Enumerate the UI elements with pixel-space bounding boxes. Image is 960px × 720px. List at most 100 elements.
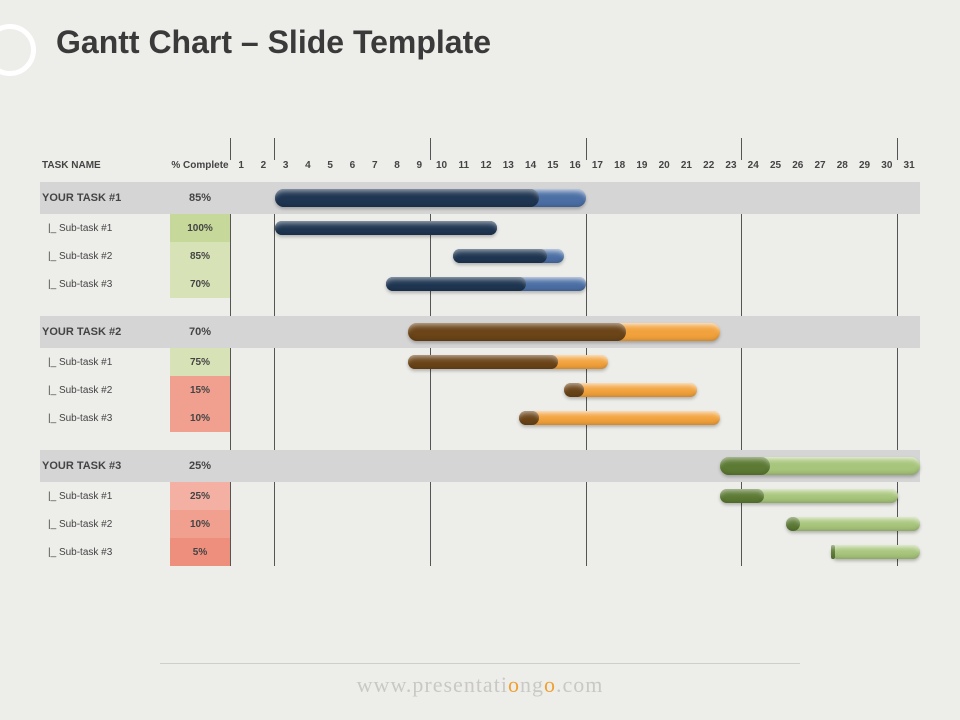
gantt-sub-row: |_ Sub-task #125%	[40, 482, 920, 510]
gridline	[430, 138, 431, 160]
pct-complete: 85%	[170, 242, 230, 270]
gantt-chart: TASK NAME % Complete 1234567891011121314…	[40, 160, 920, 620]
task-name: |_ Sub-task #1	[40, 491, 170, 502]
task-name: |_ Sub-task #2	[40, 251, 170, 262]
gridline	[586, 138, 587, 160]
task-name: |_ Sub-task #3	[40, 279, 170, 290]
gantt-bar	[408, 355, 608, 369]
day-header: 10	[430, 160, 452, 182]
day-header: 8	[386, 160, 408, 182]
day-header: 4	[297, 160, 319, 182]
gantt-sub-row: |_ Sub-task #1100%	[40, 214, 920, 242]
bar-progress	[386, 277, 526, 291]
day-header: 18	[609, 160, 631, 182]
gantt-sub-row: |_ Sub-task #310%	[40, 404, 920, 432]
bar-full	[519, 411, 719, 425]
gantt-bar	[275, 189, 587, 207]
bar-track	[230, 450, 920, 482]
day-header: 17	[586, 160, 608, 182]
day-header: 6	[341, 160, 363, 182]
gridline	[230, 138, 231, 160]
header-pct: % Complete	[170, 160, 230, 182]
day-header: 30	[876, 160, 898, 182]
pct-complete: 25%	[170, 450, 230, 482]
bar-progress	[831, 545, 835, 559]
day-header: 27	[809, 160, 831, 182]
pct-complete: 5%	[170, 538, 230, 566]
gantt-sub-row: |_ Sub-task #285%	[40, 242, 920, 270]
pct-complete: 10%	[170, 510, 230, 538]
pct-complete: 70%	[170, 316, 230, 348]
day-header: 22	[698, 160, 720, 182]
day-header: 2	[252, 160, 274, 182]
gantt-main-row: YOUR TASK #270%	[40, 316, 920, 348]
slide-title: Gantt Chart – Slide Template	[56, 24, 491, 61]
gantt-sub-row: |_ Sub-task #215%	[40, 376, 920, 404]
header-task-name: TASK NAME	[40, 160, 170, 182]
gantt-header: TASK NAME % Complete 1234567891011121314…	[40, 160, 920, 182]
gantt-sub-row: |_ Sub-task #35%	[40, 538, 920, 566]
task-name: YOUR TASK #3	[40, 460, 170, 472]
gantt-sub-row: |_ Sub-task #175%	[40, 348, 920, 376]
bar-track	[230, 348, 920, 376]
day-header: 20	[653, 160, 675, 182]
bar-track	[230, 538, 920, 566]
gantt-bar	[564, 383, 698, 397]
gantt-bar	[831, 545, 920, 559]
task-name: |_ Sub-task #3	[40, 413, 170, 424]
day-header: 13	[497, 160, 519, 182]
pct-complete: 10%	[170, 404, 230, 432]
pct-complete: 25%	[170, 482, 230, 510]
gantt-bar	[519, 411, 719, 425]
gantt-sub-row: |_ Sub-task #210%	[40, 510, 920, 538]
bar-progress	[408, 323, 626, 341]
bar-progress	[275, 221, 498, 235]
gridline	[897, 138, 898, 160]
bar-track	[230, 376, 920, 404]
gridline	[274, 138, 275, 160]
bar-progress	[564, 383, 584, 397]
pct-complete: 85%	[170, 182, 230, 214]
day-header: 25	[764, 160, 786, 182]
day-header: 14	[519, 160, 541, 182]
gantt-bar	[720, 457, 920, 475]
pct-complete: 75%	[170, 348, 230, 376]
gantt-body: YOUR TASK #185%|_ Sub-task #1100%|_ Sub-…	[40, 182, 920, 566]
task-name: YOUR TASK #1	[40, 192, 170, 204]
task-name: |_ Sub-task #2	[40, 519, 170, 530]
footer-accent: o	[508, 672, 520, 697]
bar-track	[230, 316, 920, 348]
day-header: 15	[542, 160, 564, 182]
day-header: 28	[831, 160, 853, 182]
gantt-bar	[453, 249, 564, 263]
slide: Gantt Chart – Slide Template TASK NAME %…	[0, 0, 960, 720]
bar-track	[230, 182, 920, 214]
gantt-bar	[720, 489, 898, 503]
bar-full	[786, 517, 920, 531]
task-name: |_ Sub-task #2	[40, 385, 170, 396]
gantt-main-row: YOUR TASK #325%	[40, 450, 920, 482]
bar-progress	[519, 411, 539, 425]
day-header: 1	[230, 160, 252, 182]
day-header: 29	[853, 160, 875, 182]
bar-progress	[720, 457, 770, 475]
day-header: 19	[631, 160, 653, 182]
day-header: 16	[564, 160, 586, 182]
footer-text: www.presentati	[357, 672, 508, 697]
bar-progress	[408, 355, 558, 369]
pct-complete: 70%	[170, 270, 230, 298]
footer-accent: o	[544, 672, 556, 697]
pct-complete: 100%	[170, 214, 230, 242]
day-header: 7	[364, 160, 386, 182]
title-ring-icon	[0, 24, 36, 76]
day-header: 5	[319, 160, 341, 182]
gantt-bar	[786, 517, 920, 531]
day-header: 31	[898, 160, 920, 182]
day-header: 9	[408, 160, 430, 182]
footer-url: www.presentationgo.com	[0, 672, 960, 698]
day-header: 21	[675, 160, 697, 182]
gantt-bar	[275, 221, 498, 235]
bar-track	[230, 510, 920, 538]
pct-complete: 15%	[170, 376, 230, 404]
bar-full	[831, 545, 920, 559]
